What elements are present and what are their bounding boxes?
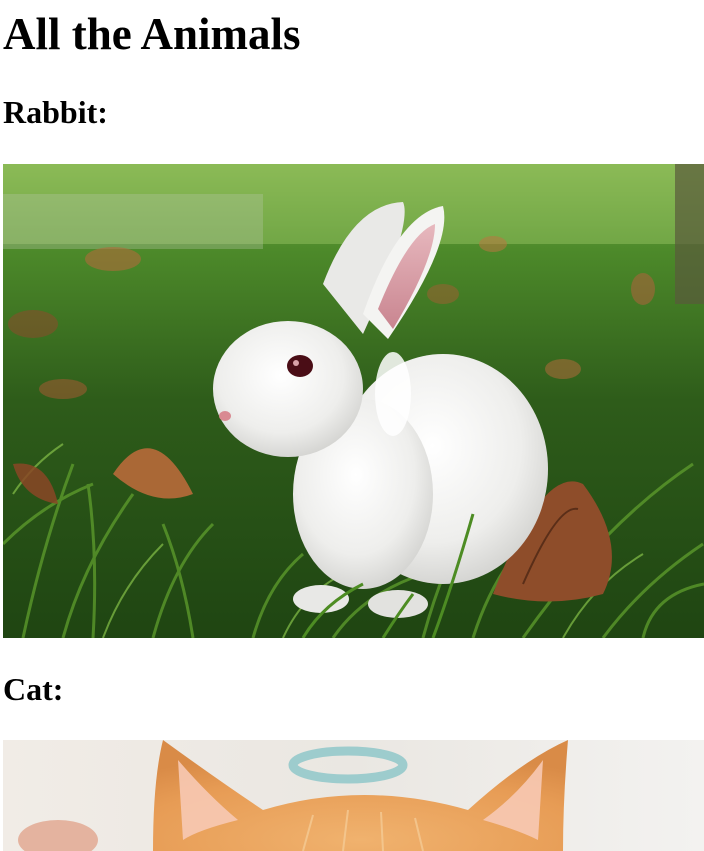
cat-heading: Cat: <box>3 671 64 707</box>
cat-photo <box>3 740 704 851</box>
page: All the Animals Rabbit: Cat: <box>0 0 704 851</box>
rabbit-photo <box>3 164 704 638</box>
rabbit-heading: Rabbit: <box>3 94 108 130</box>
page-title: All the Animals <box>3 9 301 59</box>
